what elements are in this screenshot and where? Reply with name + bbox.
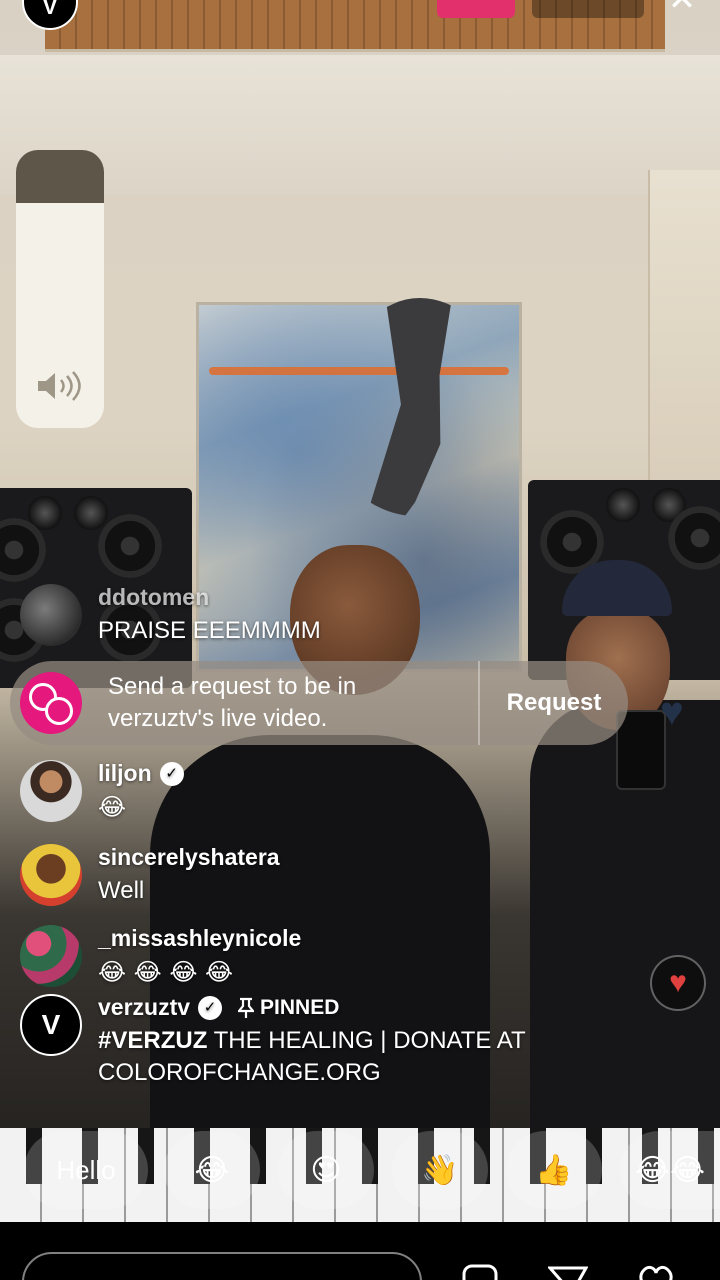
tears-of-joy-emoji[interactable]: 😂😂 bbox=[620, 1131, 720, 1209]
quick-reaction-label: 😍 bbox=[310, 1152, 342, 1188]
comment-item[interactable]: sincerelyshatera Well bbox=[20, 844, 280, 906]
request-message: Send a request to be in verzuztv's live … bbox=[108, 671, 478, 735]
avatar[interactable] bbox=[20, 584, 82, 646]
comment-username-row: liljon ✓ bbox=[98, 760, 184, 787]
painting-hand bbox=[284, 275, 545, 546]
verified-badge-icon: ✓ bbox=[159, 761, 184, 786]
quick-reaction-label: 😂 bbox=[194, 1152, 230, 1188]
comment-username-row: verzuztv ✓ PINNED bbox=[98, 994, 598, 1021]
pinned-message-text: THE HEALING | DONATE AT bbox=[207, 1027, 526, 1054]
heart-icon[interactable] bbox=[636, 1262, 676, 1280]
speaker-volume-icon bbox=[38, 371, 81, 401]
guest-phone bbox=[616, 710, 666, 790]
floating-heart-icon: ♥ bbox=[660, 690, 684, 734]
comment-username[interactable]: sincerelyshatera bbox=[98, 844, 280, 871]
comment-text: Well bbox=[98, 877, 145, 904]
comment-username[interactable]: liljon bbox=[98, 760, 152, 787]
heart-icon[interactable]: ♥ bbox=[650, 955, 706, 1011]
painting-stripe bbox=[209, 367, 509, 375]
viewer-count-badge[interactable] bbox=[532, 0, 644, 18]
add-guest-icon[interactable] bbox=[460, 1262, 500, 1280]
bottom-bar bbox=[0, 1222, 720, 1280]
thumbs-up-emoji[interactable]: 👍 bbox=[506, 1131, 602, 1209]
pinned-comment[interactable]: V verzuztv ✓ PINNED #VERZUZ THE HEALING … bbox=[20, 994, 598, 1089]
volume-slider-track bbox=[16, 150, 104, 203]
volume-slider[interactable] bbox=[16, 150, 104, 428]
quick-reaction-label: 😂😂 bbox=[634, 1152, 706, 1188]
comment-item[interactable]: ddotomen PRAISE EEEMMMM bbox=[20, 584, 321, 646]
pinned-tag-text: PINNED bbox=[260, 995, 340, 1019]
request-to-join-banner: Send a request to be in verzuztv's live … bbox=[10, 661, 628, 745]
guest-cap bbox=[562, 560, 672, 616]
live-badge bbox=[437, 0, 515, 18]
add-guest-icon bbox=[20, 672, 82, 734]
share-icon[interactable] bbox=[548, 1262, 588, 1280]
comment-input[interactable] bbox=[22, 1252, 422, 1280]
comment-text: PRAISE EEEMMMM bbox=[98, 617, 321, 644]
speaker-tweeter bbox=[74, 496, 108, 530]
request-message-line: verzuztv's live video. bbox=[108, 705, 328, 732]
avatar[interactable] bbox=[20, 925, 82, 987]
close-icon[interactable]: ✕ bbox=[664, 0, 700, 16]
comment-username[interactable]: _missashleynicole bbox=[98, 925, 301, 952]
pinned-message-link[interactable]: COLOROFCHANGE.ORG bbox=[98, 1059, 381, 1086]
comment-text: 😂 😂 😂 😂 bbox=[98, 958, 234, 986]
waving-hand-emoji[interactable]: 👋 bbox=[392, 1131, 488, 1209]
quick-reaction-label: 👍 bbox=[535, 1152, 573, 1188]
avatar[interactable]: V bbox=[20, 994, 82, 1056]
heart-eyes-emoji[interactable]: 😍 bbox=[278, 1131, 374, 1209]
comment-item[interactable]: _missashleynicole 😂 😂 😂 😂 bbox=[20, 925, 301, 987]
pin-icon bbox=[238, 997, 255, 1018]
quick-reaction-label: Hello bbox=[56, 1154, 116, 1185]
comment-username[interactable]: verzuztv bbox=[98, 994, 190, 1021]
comment-username[interactable]: ddotomen bbox=[98, 584, 321, 611]
avatar[interactable] bbox=[20, 760, 82, 822]
request-message-line: Send a request to be in bbox=[108, 673, 357, 700]
request-button[interactable]: Request bbox=[480, 689, 628, 717]
avatar-letter: V bbox=[41, 1009, 61, 1040]
quick-reactions-bar: Hello 😂 😍 👋 👍 😂😂 bbox=[0, 1131, 720, 1209]
speaker-tweeter bbox=[606, 488, 640, 522]
comment-item[interactable]: liljon ✓ 😂 bbox=[20, 760, 184, 822]
quick-reaction-hello[interactable]: Hello bbox=[24, 1131, 148, 1209]
pinned-label: PINNED bbox=[238, 996, 339, 1020]
avatar[interactable] bbox=[20, 844, 82, 906]
wall-panel bbox=[648, 170, 720, 500]
quick-reaction-label: 👋 bbox=[421, 1152, 459, 1188]
tears-of-joy-emoji[interactable]: 😂 bbox=[164, 1131, 260, 1209]
comment-text: 😂 bbox=[98, 793, 127, 821]
pinned-hashtag[interactable]: #VERZUZ bbox=[98, 1027, 207, 1054]
pinned-message: #VERZUZ THE HEALING | DONATE AT COLOROFC… bbox=[98, 1025, 598, 1089]
verified-badge-icon: ✓ bbox=[198, 995, 223, 1020]
ceiling bbox=[0, 55, 720, 195]
